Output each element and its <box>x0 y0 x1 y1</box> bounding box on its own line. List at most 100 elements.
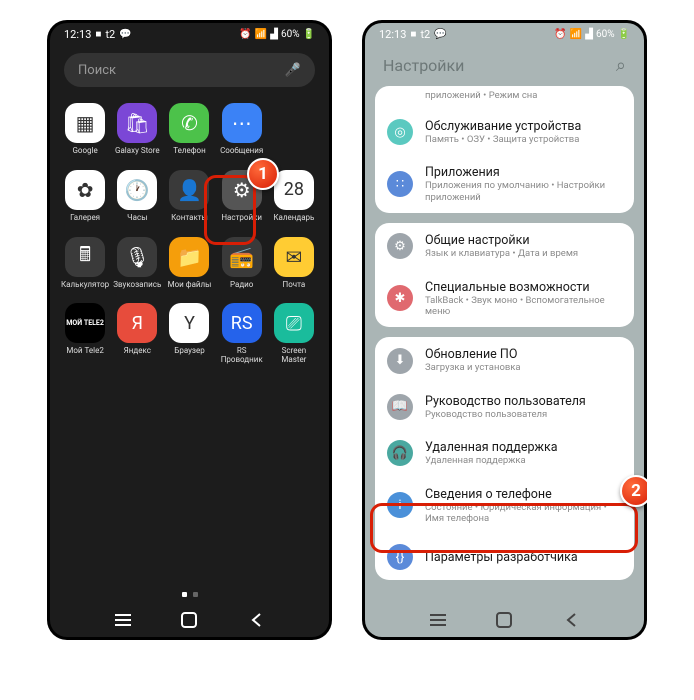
setting-icon: 📖 <box>387 394 413 420</box>
search-icon[interactable]: ⌕ <box>616 55 626 76</box>
app-label: Мой Tele2 <box>66 347 103 356</box>
app-label: Почта <box>283 281 306 290</box>
nav-back[interactable] <box>248 612 264 628</box>
app-label: Радио <box>230 281 253 290</box>
setting-row[interactable]: ✱Специальные возможностиTalkBack • Звук … <box>375 270 634 328</box>
setting-row[interactable]: ⚙ Общие настройкиЯзык и клавиатура • Дата… <box>375 223 634 269</box>
person-icon: 👤 <box>169 170 209 210</box>
setting-row-partial[interactable]: приложений • Режим сна <box>375 86 634 109</box>
app-Google[interactable]: ▦Google <box>60 103 110 156</box>
nav-recents[interactable] <box>115 612 131 628</box>
signal-icon: ▟ <box>585 29 593 40</box>
app-label: Телефон <box>173 147 205 156</box>
setting-icon: ⬇ <box>387 348 413 374</box>
setting-icon: ∷ <box>387 171 413 197</box>
RS-icon: RS <box>222 303 262 343</box>
settings-title: Настройки <box>383 56 464 75</box>
search-bar[interactable]: Поиск 🎤 <box>64 53 315 87</box>
app-label: Google <box>72 147 97 156</box>
settings-list[interactable]: приложений • Режим сна◎Обслуживание устр… <box>365 86 644 580</box>
setting-icon: ✱ <box>387 285 413 311</box>
app-label: Мои файлы <box>168 281 212 290</box>
app-Яндекс[interactable]: ЯЯндекс <box>112 303 162 365</box>
phone-launcher: 12:13 ■ t2 💬 ⏰ 📶 ▟ 60% 🔋 Поиск 🎤 ▦Google… <box>47 20 332 640</box>
search-placeholder: Поиск <box>78 63 116 78</box>
mic-icon: 🎙 <box>117 237 157 277</box>
app-Калькулятор[interactable]: 🖩 Калькулятор <box>60 237 110 290</box>
app-Мой Tele2[interactable]: МОЙ TELE2Мой Tele2 <box>60 303 110 365</box>
app-Screen Master[interactable]: ⎚ Screen Master <box>269 303 319 365</box>
chat-icon: 💬 <box>119 29 131 40</box>
app-Браузер[interactable]: YБраузер <box>164 303 214 365</box>
app-Звукозапись[interactable]: 🎙 Звукозапись <box>112 237 162 290</box>
28-icon: 28 <box>274 170 314 210</box>
calc-icon: 🖩 <box>65 237 105 277</box>
app-label: Галерея <box>70 214 100 223</box>
setting-row[interactable]: 📖Руководство пользователяРуководство пол… <box>375 384 634 430</box>
signal-icon: ▟ <box>270 29 278 40</box>
chat-icon: 💬 <box>434 29 446 40</box>
battery-icon: 🔋 <box>303 29 315 40</box>
app-label: Screen Master <box>269 347 319 365</box>
phone-icon: ✆ <box>169 103 209 143</box>
nav-bar <box>365 603 644 637</box>
nav-home[interactable] <box>181 612 197 628</box>
setting-subtitle: Язык и клавиатура • Дата и время <box>425 248 622 259</box>
setting-row[interactable]: 🎧Удаленная поддержкаУдаленная поддержка <box>375 430 634 476</box>
msg-icon: ⋯ <box>222 103 262 143</box>
app-Galaxy Store[interactable]: 🛍Galaxy Store <box>112 103 162 156</box>
flower-icon: ✿ <box>65 170 105 210</box>
wifi-icon: 📶 <box>570 29 582 40</box>
app-label: Настройки <box>221 214 262 223</box>
alarm-icon: ⏰ <box>554 29 566 40</box>
app-label: Калькулятор <box>61 281 109 290</box>
app-Сообщения[interactable]: ⋯ Сообщения <box>217 103 267 156</box>
mic-icon[interactable]: 🎤 <box>285 63 301 78</box>
Y-icon: Y <box>169 303 209 343</box>
mail-icon: ✉ <box>274 237 314 277</box>
app-Почта[interactable]: ✉ Почта <box>269 237 319 290</box>
page-dot-1[interactable] <box>182 592 187 597</box>
status-time: 12:13 <box>379 28 406 41</box>
app-label: Часы <box>127 214 147 223</box>
clock-icon: 🕐 <box>117 170 157 210</box>
setting-row[interactable]: iСведения о телефонеСостояние • Юридичес… <box>375 477 634 535</box>
app-Мои файлы[interactable]: 📁Мои файлы <box>164 237 214 290</box>
setting-title: Обслуживание устройства <box>425 119 622 134</box>
setting-title: Приложения <box>425 165 622 180</box>
status-bar: 12:13 ■ t2 💬 ⏰ 📶 ▟ 60% 🔋 <box>50 23 329 45</box>
page-dot-2[interactable] <box>193 592 198 597</box>
setting-row[interactable]: ◎Обслуживание устройстваПамять • ОЗУ • З… <box>375 109 634 155</box>
setting-row[interactable]: ⬇Обновление ПОЗагрузка и установка <box>375 337 634 383</box>
app-label: Контакты <box>171 214 208 223</box>
app-Телефон[interactable]: ✆ Телефон <box>164 103 214 156</box>
setting-subtitle: Удаленная поддержка <box>425 455 622 466</box>
nav-home[interactable] <box>496 612 512 628</box>
setting-row[interactable]: ∷ПриложенияПриложения по умолчанию • Нас… <box>375 155 634 213</box>
setting-icon: ⚙ <box>387 233 413 259</box>
app-grid: ▦Google🛍Galaxy Store✆ Телефон ⋯ Сообщения ✿ Г… <box>50 95 329 365</box>
setting-title: Специальные возможности <box>425 280 622 295</box>
app-RS Проводник[interactable]: RS RS Проводник <box>217 303 267 365</box>
app-label: RS Проводник <box>217 347 267 365</box>
setting-title: Руководство пользователя <box>425 394 622 409</box>
status-time: 12:13 <box>64 28 91 41</box>
setting-row[interactable]: {}Параметры разработчика <box>375 534 634 580</box>
radio-icon: 📻 <box>222 237 262 277</box>
app-label: Сообщения <box>220 147 263 156</box>
app-Часы[interactable]: 🕐 Часы <box>112 170 162 223</box>
screen-icon: ⎚ <box>274 303 314 343</box>
app-label: Звукозапись <box>113 281 161 290</box>
app-label: Календарь <box>273 214 314 223</box>
setting-title: Параметры разработчика <box>425 550 622 565</box>
app-Контакты[interactable]: 👤 Контакты <box>164 170 214 223</box>
wifi-icon: 📶 <box>255 29 267 40</box>
setting-title: Общие настройки <box>425 233 622 248</box>
nav-recents[interactable] <box>430 612 446 628</box>
status-carrier: t2 <box>105 28 115 41</box>
app-Радио[interactable]: 📻 Радио <box>217 237 267 290</box>
status-bar: 12:13 ■ t2 💬 ⏰ 📶 ▟ 60% 🔋 <box>365 23 644 45</box>
nav-back[interactable] <box>563 612 579 628</box>
nav-bar <box>50 603 329 637</box>
app-Галерея[interactable]: ✿ Галерея <box>60 170 110 223</box>
